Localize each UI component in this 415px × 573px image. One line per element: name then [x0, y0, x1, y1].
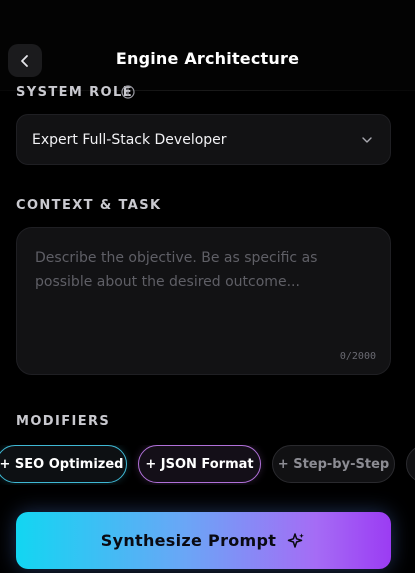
modifier-chip-seo-optimized[interactable]: + SEO Optimized: [0, 445, 127, 483]
modifier-chip-json-format[interactable]: + JSON Format: [138, 445, 261, 483]
synthesize-prompt-button[interactable]: Synthesize Prompt: [16, 512, 391, 569]
context-task-input[interactable]: Describe the objective. Be as specific a…: [16, 227, 391, 375]
chevron-down-icon: [362, 137, 372, 143]
info-icon[interactable]: [121, 85, 135, 99]
context-task-placeholder: Describe the objective. Be as specific a…: [35, 250, 318, 290]
modifier-chip-step-by-step[interactable]: + Step-by-Step: [272, 445, 395, 483]
synthesize-prompt-label: Synthesize Prompt: [100, 531, 277, 550]
app-header: Engine Architecture: [0, 0, 415, 90]
modifier-chips: + SEO Optimized + JSON Format + Step-by-…: [0, 445, 415, 485]
system-role-value: Expert Full-Stack Developer: [32, 131, 227, 148]
sparkle-icon: [287, 532, 305, 548]
context-task-label: CONTEXT & TASK: [16, 198, 162, 213]
system-role-select[interactable]: Expert Full-Stack Developer: [16, 114, 391, 165]
character-counter: 0/2000: [339, 351, 376, 362]
modifiers-label: MODIFIERS: [16, 414, 111, 429]
modifier-chip-overflow[interactable]: [406, 445, 415, 483]
page-title: Engine Architecture: [115, 49, 300, 68]
system-role-label: SYSTEM ROLE: [16, 85, 133, 100]
